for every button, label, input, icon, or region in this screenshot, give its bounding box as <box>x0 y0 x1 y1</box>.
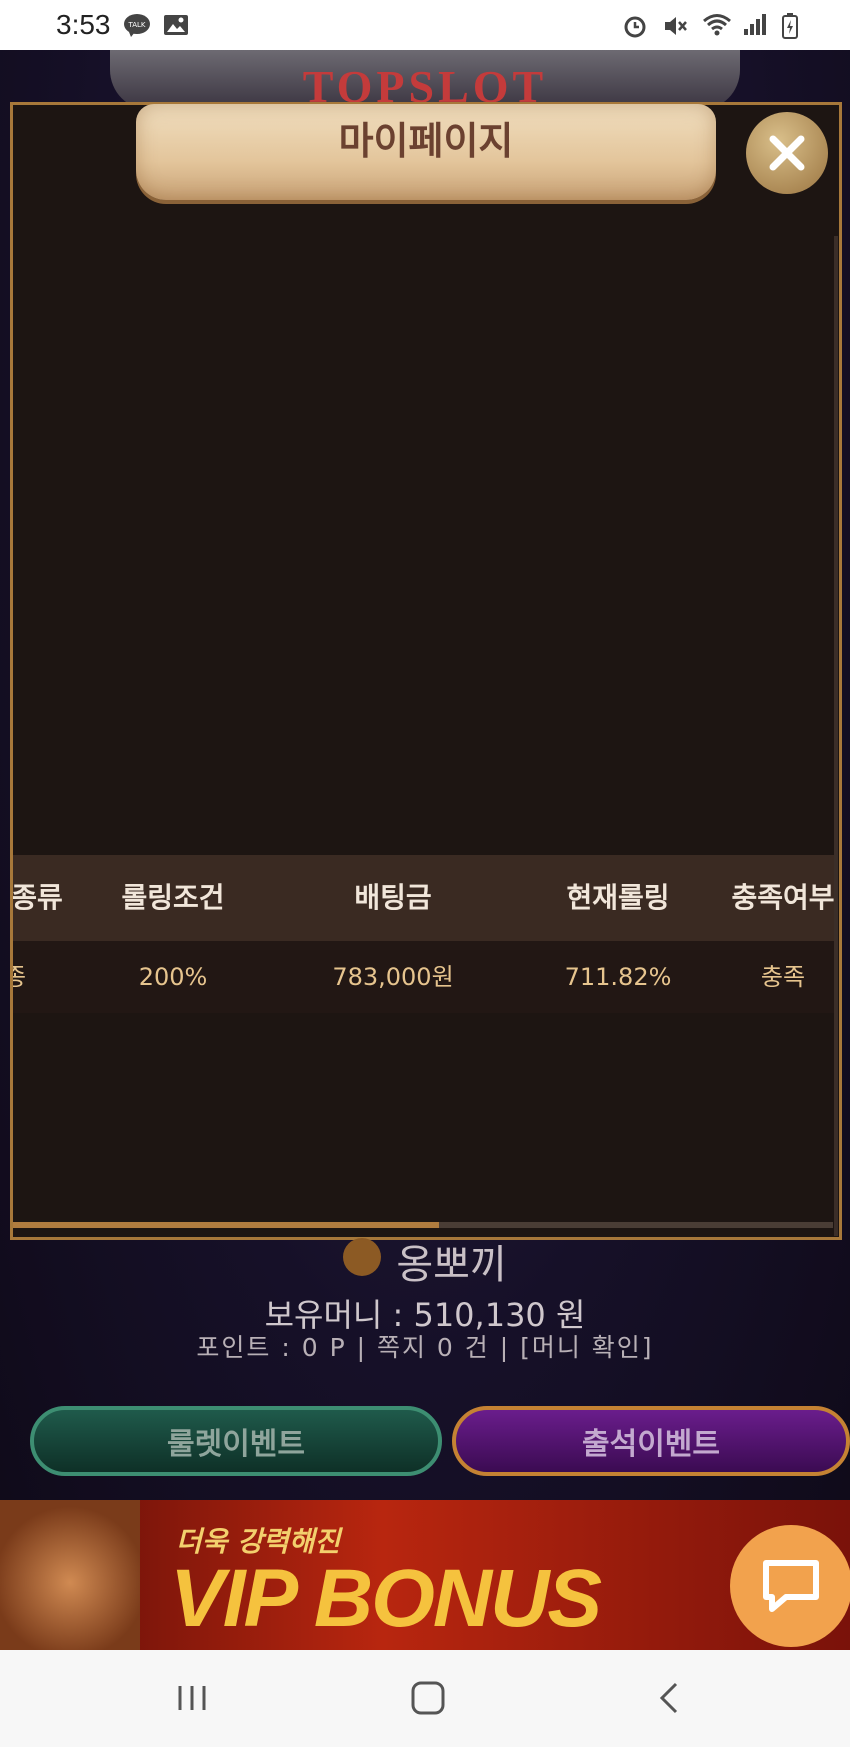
header-fulfilled: 충족여부 <box>731 881 834 914</box>
header-rolling-condition: 롤링조건 <box>121 881 225 914</box>
banner-title: VIP BONUS <box>170 1553 602 1644</box>
mute-icon <box>662 13 690 37</box>
wifi-icon <box>702 13 731 37</box>
username: 옹뽀끼 <box>396 1242 507 1288</box>
back-icon[interactable] <box>650 1678 690 1722</box>
kakaotalk-icon: TALK <box>123 13 151 37</box>
roulette-event-button[interactable]: 룰렛이벤트 <box>30 1406 442 1476</box>
battery-icon <box>782 13 810 39</box>
table-scroll-thumb[interactable] <box>13 1222 440 1228</box>
header-bet-amount: 배팅금 <box>354 881 432 914</box>
attendance-event-label: 출석이벤트 <box>582 1427 720 1462</box>
chat-button[interactable] <box>730 1525 850 1647</box>
chat-bubble-icon <box>763 1560 819 1612</box>
signal-icon <box>742 13 770 37</box>
cell-type: 종 <box>13 963 27 991</box>
gallery-icon <box>163 13 191 37</box>
cell-rolling-condition: 200% <box>138 963 208 991</box>
status-bar: 3:53 TALK <box>0 0 850 50</box>
level-badge-icon <box>343 1238 382 1276</box>
roulette-event-label: 룰렛이벤트 <box>167 1427 305 1462</box>
alarm-icon <box>622 13 650 38</box>
svg-text:TALK: TALK <box>127 21 145 29</box>
banner-character-image <box>0 1500 140 1650</box>
cell-fulfilled: 충족 <box>760 963 806 991</box>
account-username-row: 옹뽀끼 <box>0 1232 850 1288</box>
close-button[interactable] <box>746 112 828 194</box>
modal-title: 마이페이지 <box>338 119 514 163</box>
mypage-modal <box>10 102 842 1240</box>
vip-bonus-banner[interactable]: 더욱 강력해진 VIP BONUS <box>0 1500 850 1650</box>
header-type: 종류 <box>13 881 63 914</box>
header-current-rolling: 현재롤링 <box>566 881 670 914</box>
attendance-event-button[interactable]: 출석이벤트 <box>452 1406 850 1476</box>
table-horizontal-scrollbar[interactable] <box>13 1222 833 1228</box>
home-icon[interactable] <box>408 1678 448 1722</box>
modal-title-scroll: 마이페이지 <box>136 104 716 200</box>
modal-vertical-scrollbar[interactable] <box>834 236 838 1236</box>
cell-current-rolling: 711.82% <box>564 963 672 991</box>
table-row: 종 200% 783,000원 711.82% 충족 <box>13 941 834 1013</box>
site-logo: TOPSLOT <box>110 50 740 110</box>
recent-apps-icon[interactable] <box>172 1678 212 1722</box>
cell-bet-amount: 783,000원 <box>332 963 454 991</box>
android-navbar <box>0 1650 850 1747</box>
points-messages-line[interactable]: 포인트 : 0 P | 쪽지 0 건 | [머니 확인] <box>0 1328 850 1364</box>
table-header: 종류 롤링조건 배팅금 현재롤링 충족여부 <box>13 855 834 941</box>
rolling-table: 종류 롤링조건 배팅금 현재롤링 충족여부 종 200% 783,000원 71… <box>13 855 834 1015</box>
close-icon <box>769 135 805 171</box>
status-time: 3:53 <box>56 9 111 40</box>
